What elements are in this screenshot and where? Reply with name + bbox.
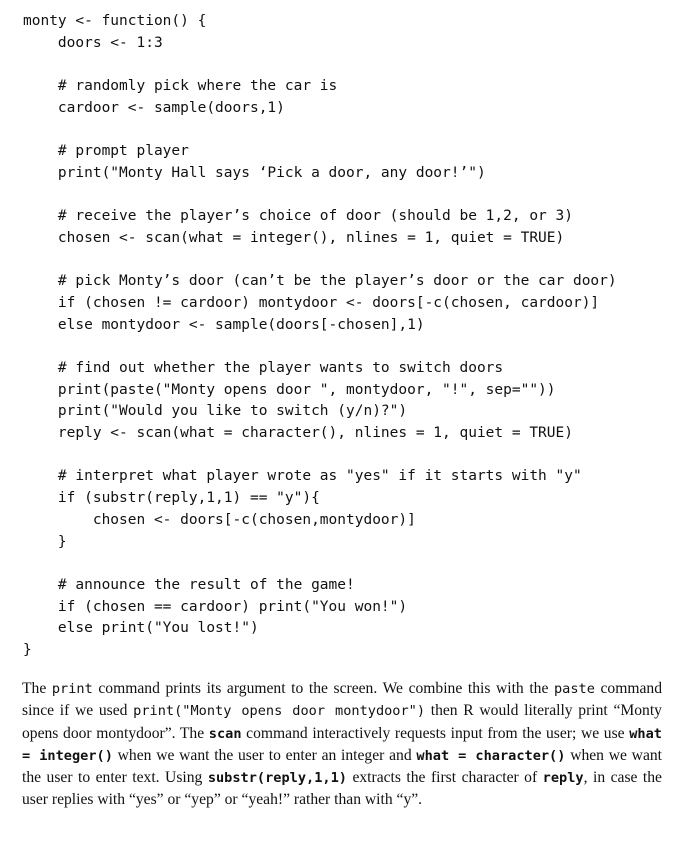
code-line: if (substr(reply,1,1) == "y"){ — [23, 490, 320, 507]
code-line: print("Monty Hall says ‘Pick a door, any… — [23, 164, 486, 181]
code-listing: monty <- function() { doors <- 1:3 # ran… — [23, 11, 683, 662]
code-line: if (chosen != cardoor) montydoor <- door… — [23, 294, 600, 311]
code-line: reply <- scan(what = character(), nlines… — [23, 425, 573, 442]
code-line: if (chosen == cardoor) print("You won!") — [23, 598, 408, 615]
code-line: doors <- 1:3 — [23, 34, 163, 51]
code-line: else montydoor <- sample(doors[-chosen],… — [23, 316, 425, 333]
inline-code: substr(reply,1,1) — [207, 770, 347, 787]
inline-code: scan — [208, 725, 242, 742]
code-line: } — [23, 641, 32, 658]
code-line: # pick Monty’s door (can’t be the player… — [23, 273, 617, 290]
inline-code: reply — [542, 770, 584, 787]
code-line: else print("You lost!") — [23, 620, 259, 637]
prose-text: command interactively requests input fro… — [241, 724, 630, 742]
code-line: # interpret what player wrote as "yes" i… — [23, 468, 582, 485]
code-line: print("Would you like to switch (y/n)?") — [23, 403, 408, 420]
code-line: print(paste("Monty opens door ", montydo… — [23, 381, 556, 398]
code-line: # receive the player’s choice of door (s… — [23, 208, 573, 225]
prose-text: extracts the first character of — [346, 769, 543, 787]
inline-code: paste — [553, 681, 595, 697]
explanation-paragraph: The print command prints its argument to… — [22, 678, 662, 812]
inline-code: print — [51, 681, 93, 697]
code-line: # randomly pick where the car is — [23, 78, 338, 95]
code-line: chosen <- scan(what = integer(), nlines … — [23, 229, 565, 246]
code-line: monty <- function() { — [23, 13, 207, 29]
code-line: # find out whether the player wants to s… — [23, 360, 504, 376]
prose-text: command prints its argument to the scree… — [92, 680, 554, 697]
code-line: # announce the result of the game! — [23, 576, 355, 593]
prose-text: The — [22, 680, 52, 697]
code-line: chosen <- doors[-c(chosen,montydoor)] — [23, 511, 416, 528]
code-line: cardoor <- sample(doors,1) — [23, 99, 285, 116]
prose-text: when we want the user to enter an intege… — [112, 746, 417, 764]
inline-code: print("Monty opens door montydoor") — [133, 703, 426, 720]
code-line: # prompt player — [23, 143, 189, 160]
code-line: } — [23, 533, 67, 550]
inline-code: what = character() — [416, 747, 566, 764]
